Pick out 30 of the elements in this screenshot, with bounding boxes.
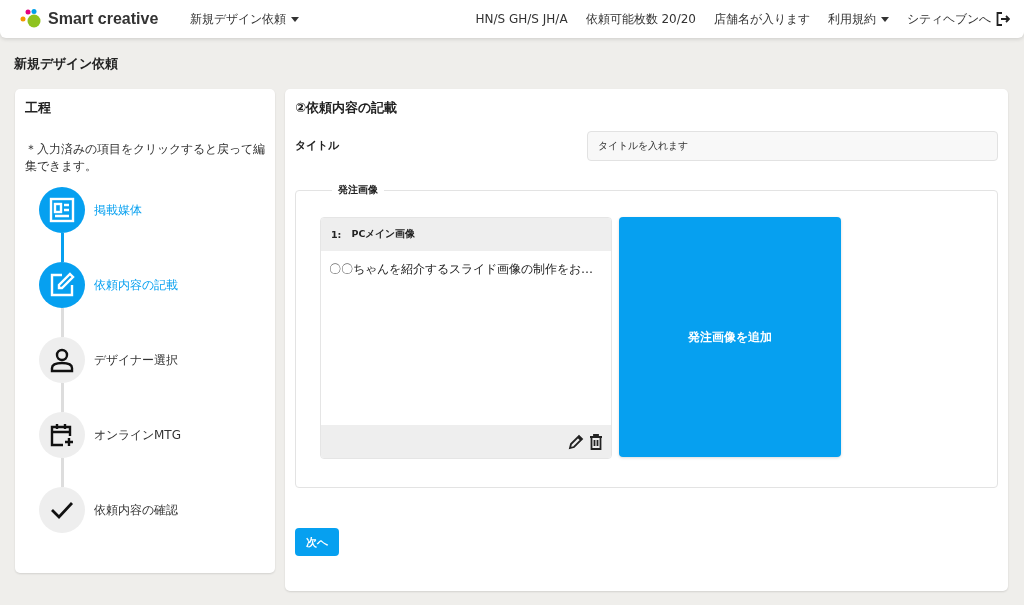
step-circle[interactable] — [39, 337, 85, 383]
exit-icon — [996, 12, 1010, 26]
header-info: 依頼可能枚数 20/20 — [585, 10, 696, 28]
header-info: 店舗名が入ります — [714, 10, 810, 28]
header-info: HN/S GH/S JH/A — [475, 12, 568, 26]
page-title: 新規デザイン依頼 — [13, 55, 119, 73]
title-input[interactable]: タイトルを入れます — [587, 131, 998, 161]
field-label: タイトル — [295, 139, 340, 153]
step-label[interactable]: 依頼内容の確認 — [94, 487, 178, 533]
person-icon — [49, 347, 75, 373]
step-label[interactable]: オンラインMTG — [94, 412, 181, 458]
help-note: ＊入力済みの項目をクリックすると戻って編集できます。 — [25, 141, 265, 175]
step-circle[interactable] — [39, 412, 85, 458]
card-description: 〇〇ちゃんを紹介するスライド画像の制作をお… — [328, 261, 594, 278]
panel-title: 工程 — [25, 99, 52, 117]
group-legend: 発注画像 — [332, 183, 384, 197]
delete-icon[interactable] — [589, 433, 603, 450]
logo-text: Smart creative — [48, 10, 159, 28]
newspaper-icon — [49, 197, 75, 223]
step-circle[interactable] — [39, 487, 85, 533]
card-number: 1: — [331, 229, 342, 240]
calendar-plus-icon — [49, 422, 75, 448]
edit-icon — [49, 272, 75, 298]
exit-link[interactable]: シティヘブンへ — [907, 10, 1010, 28]
card-title: PCメイン画像 — [351, 228, 416, 241]
edit-icon[interactable] — [568, 433, 584, 450]
step-label[interactable]: デザイナー選択 — [94, 337, 178, 383]
new-design-menu[interactable]: 新規デザイン依頼 — [190, 10, 300, 28]
section-title: ②依頼内容の記載 — [295, 99, 398, 117]
terms-menu[interactable]: 利用規約 — [828, 10, 889, 28]
